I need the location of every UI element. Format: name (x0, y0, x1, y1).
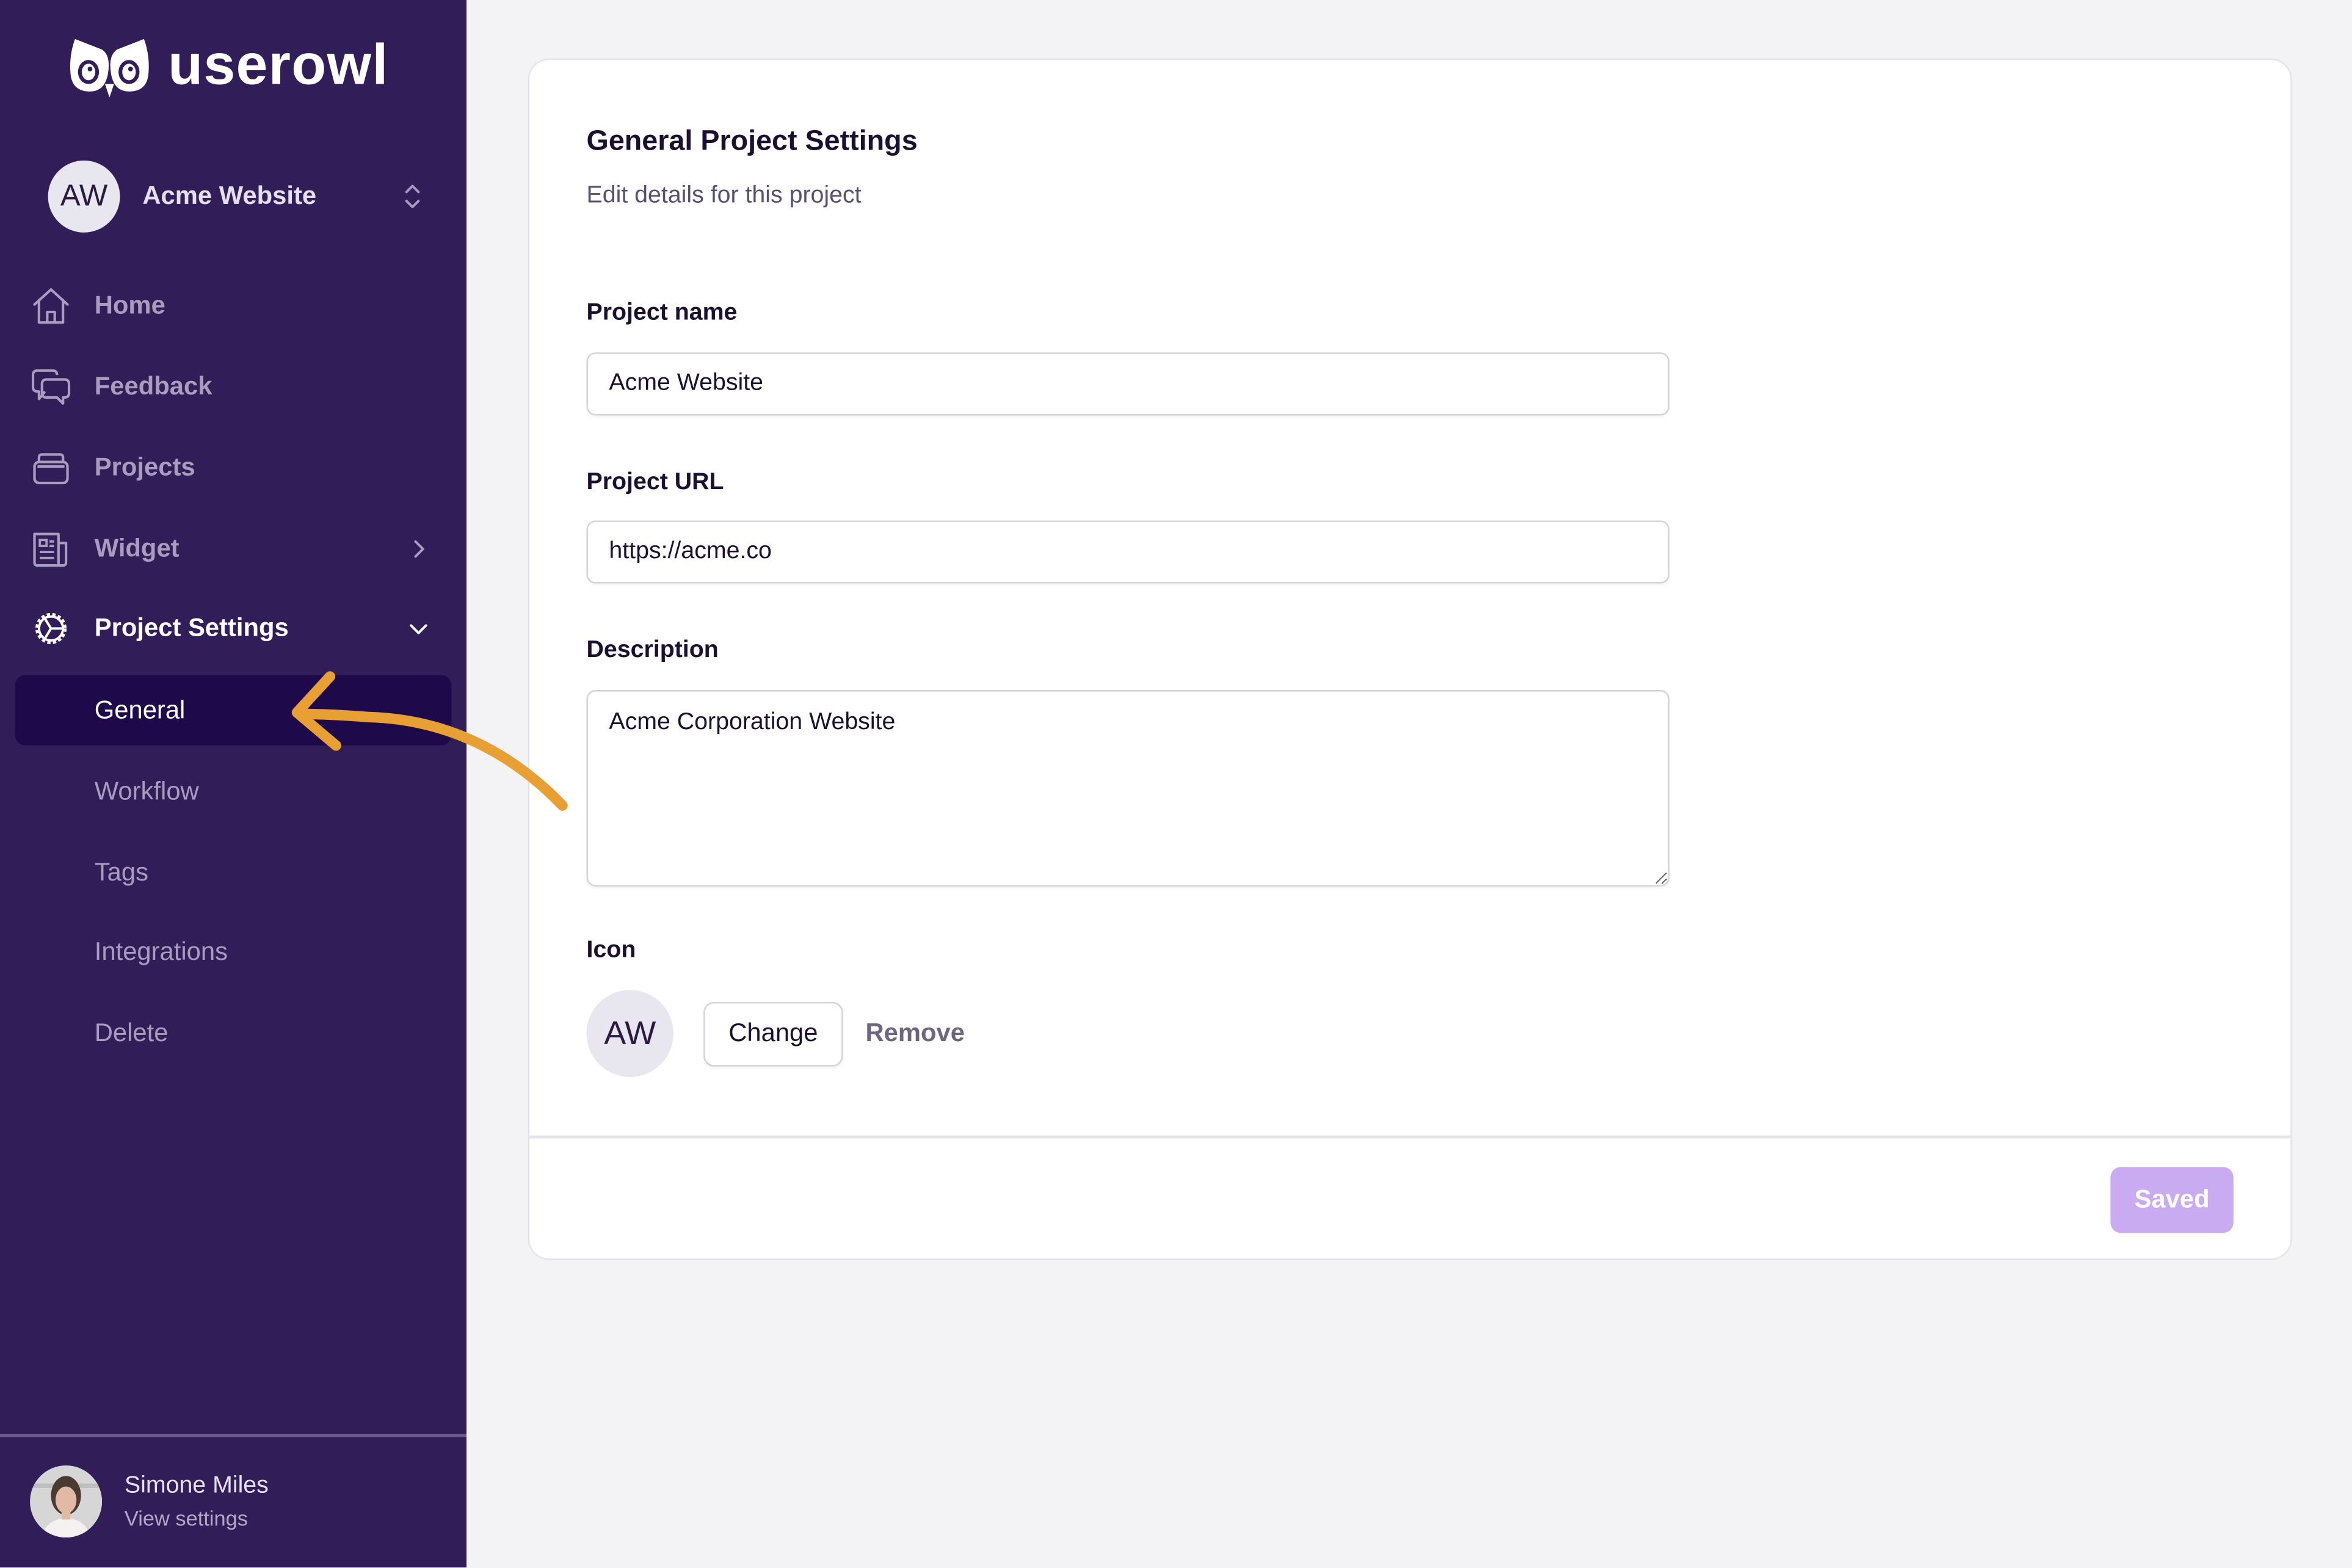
sidebar-item-project-settings[interactable]: Project Settings (30, 598, 435, 658)
user-name: Simone Miles (124, 1472, 269, 1498)
app: userowl AW Acme Website Home Feedback Pr… (0, 0, 2352, 1568)
chat-bubbles-icon (30, 366, 72, 408)
page-title: General Project Settings (586, 126, 918, 158)
sidebar-subitem-label: Workflow (94, 776, 199, 805)
sidebar-subitem-label: Integrations (94, 937, 228, 965)
sidebar-item-home[interactable]: Home (30, 276, 435, 336)
sidebar: userowl AW Acme Website Home Feedback Pr… (0, 0, 467, 1568)
sidebar-item-label: Project Settings (94, 613, 289, 642)
description-label: Description (586, 637, 719, 663)
sidebar-subitem-general[interactable]: General (15, 675, 452, 746)
page-subtitle: Edit details for this project (586, 183, 862, 209)
view-settings-link[interactable]: View settings (125, 1502, 269, 1532)
description-textarea[interactable]: Acme Corporation Website (586, 690, 1670, 887)
owl-logo-icon (70, 38, 149, 98)
project-name-label: Project name (586, 300, 738, 326)
card-footer-divider (529, 1135, 2291, 1138)
chevron-right-icon (414, 540, 424, 558)
project-url-input[interactable] (586, 520, 1670, 584)
sidebar-subitem-integrations[interactable]: Integrations (15, 916, 452, 987)
sidebar-item-label: Projects (94, 452, 195, 482)
brand-name: userowl (168, 34, 389, 98)
project-url-label: Project URL (586, 469, 724, 495)
sidebar-item-projects[interactable]: Projects (30, 438, 435, 498)
sidebar-subitem-workflow[interactable]: Workflow (15, 756, 452, 826)
sidebar-item-widget[interactable]: Widget (30, 519, 435, 579)
project-avatar: AW (48, 160, 120, 233)
sidebar-subitem-label: General (94, 695, 186, 724)
project-name: Acme Website (142, 181, 317, 210)
icon-row: AW Change Remove (586, 990, 965, 1077)
sidebar-subitem-label: Delete (94, 1017, 169, 1047)
home-icon (30, 285, 72, 327)
newspaper-icon (30, 528, 72, 570)
user-profile[interactable]: Simone Miles View settings (30, 1465, 269, 1538)
logo[interactable]: userowl (66, 33, 388, 99)
icon-label: Icon (586, 937, 636, 964)
saved-button[interactable]: Saved (2110, 1167, 2234, 1233)
gear-icon (30, 608, 72, 650)
stack-icon (30, 447, 72, 489)
sidebar-divider (0, 1434, 467, 1437)
sidebar-subitem-tags[interactable]: Tags (15, 837, 452, 907)
sidebar-subitem-label: Tags (94, 857, 149, 886)
chevron-up-down-icon (405, 184, 420, 208)
project-name-input[interactable] (586, 352, 1670, 416)
remove-icon-button[interactable]: Remove (865, 1018, 964, 1048)
project-switcher[interactable]: AW Acme Website (48, 160, 423, 233)
chevron-down-icon (410, 624, 427, 634)
project-icon-avatar: AW (586, 990, 674, 1077)
change-icon-button[interactable]: Change (703, 1001, 843, 1066)
sidebar-item-label: Widget (94, 534, 180, 563)
settings-card: General Project Settings Edit details fo… (528, 58, 2292, 1260)
sidebar-item-label: Home (94, 291, 165, 320)
sidebar-subitem-delete[interactable]: Delete (15, 998, 452, 1068)
sidebar-item-feedback[interactable]: Feedback (30, 357, 435, 417)
avatar (30, 1465, 103, 1538)
sidebar-item-label: Feedback (94, 372, 212, 401)
